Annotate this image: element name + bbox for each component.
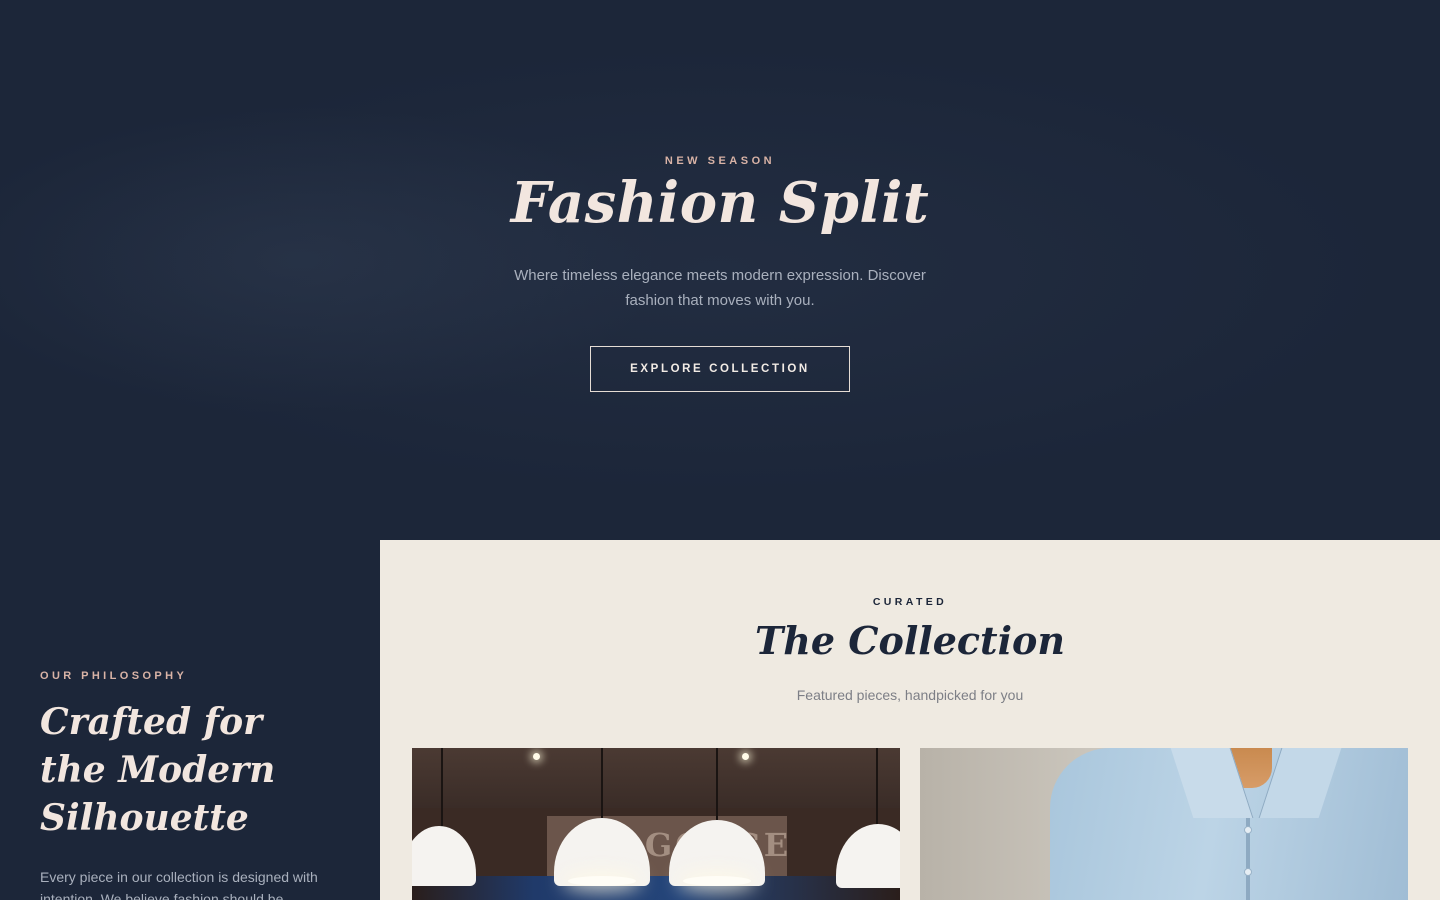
hero-subtitle: Where timeless elegance meets modern exp… (514, 267, 926, 309)
pendant-lamp (412, 748, 476, 900)
collection-title: The Collection (754, 618, 1066, 663)
pendant-lamp (667, 748, 767, 900)
philosophy-eyebrow: OUR PHILOSOPHY (40, 670, 188, 682)
shirt-button (1244, 826, 1252, 834)
ceiling-light (533, 753, 540, 760)
hero-section: NEW SEASON Fashion Split Where timeless … (0, 0, 1440, 540)
pendant-lamp (832, 748, 900, 900)
philosophy-section: OUR PHILOSOPHY Crafted for the Modern Si… (0, 540, 380, 900)
hero-eyebrow: NEW SEASON (664, 155, 776, 167)
shirt-button (1244, 868, 1252, 876)
collection-section: CURATED The Collection Featured pieces, … (380, 540, 1440, 900)
card-image-floor (412, 876, 900, 900)
card-image-ceiling (412, 748, 900, 808)
collection-card-boutique[interactable]: BAGGAGE (412, 748, 900, 900)
collection-subtitle: Featured pieces, handpicked for you (796, 687, 1024, 703)
philosophy-title: Crafted for the Modern Silhouette (40, 701, 276, 839)
pendant-lamp (552, 748, 652, 900)
philosophy-body: Every piece in our collection is designe… (40, 869, 318, 900)
hero-title: Fashion Split (510, 170, 930, 236)
collection-card-shirt[interactable] (920, 748, 1408, 900)
explore-collection-button[interactable]: EXPLORE COLLECTION (590, 346, 850, 392)
collection-eyebrow: CURATED (872, 596, 948, 608)
